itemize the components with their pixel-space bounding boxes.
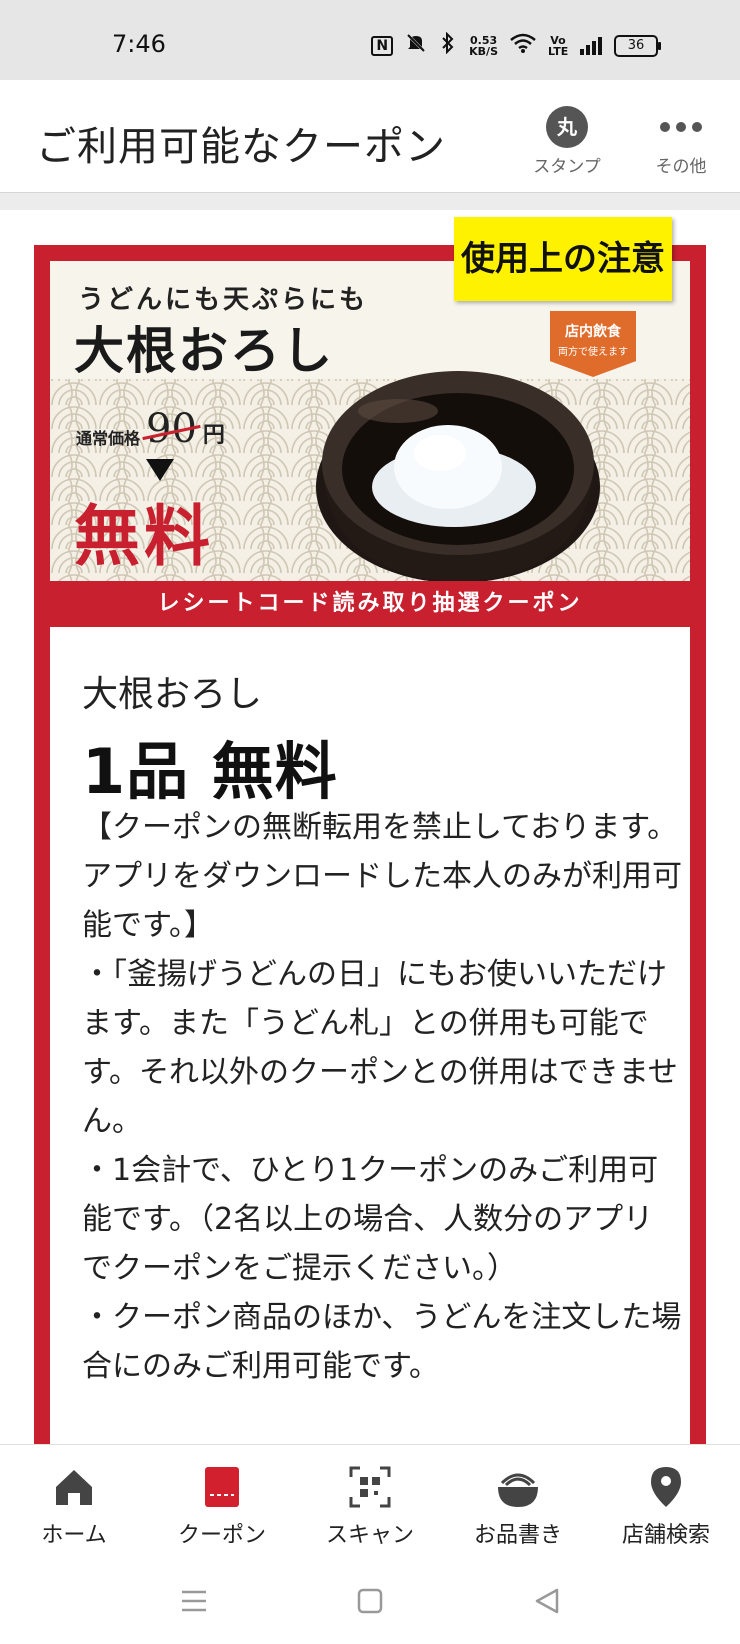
badge-line1: 店内飲食 [565, 324, 621, 340]
signal-icon [580, 36, 602, 55]
status-bar: 7:46 N 0.53 KB/S Vo LTE 36 [0, 0, 740, 80]
home-system-icon[interactable] [357, 1588, 383, 1618]
usage-notice-button[interactable]: 使用上の注意 [454, 217, 672, 301]
header-divider [0, 193, 740, 210]
app-header: ご利用可能なクーポン 丸 スタンプ その他 [0, 80, 740, 193]
badge-line2: 両方で使えます [558, 347, 628, 358]
home-icon [0, 1463, 148, 1511]
page-title: ご利用可能なクーポン [36, 124, 446, 170]
nav-scan[interactable]: スキャン [296, 1445, 444, 1565]
more-button[interactable]: その他 [636, 106, 726, 177]
more-label: その他 [655, 157, 707, 177]
regular-price: 通常価格 90 円 [76, 409, 225, 449]
nav-coupon[interactable]: クーポン [148, 1445, 296, 1565]
nav-home[interactable]: ホーム [0, 1445, 148, 1565]
banner-free-text: 無料 [74, 497, 214, 575]
volte-indicator: Vo LTE [548, 33, 569, 58]
nav-store-search[interactable]: 店舗検索 [592, 1445, 740, 1565]
net-speed-unit: KB/S [469, 44, 498, 58]
regular-price-label: 通常価格 [76, 429, 141, 448]
banner-strip: レシートコード読み取り抽選クーポン [50, 581, 690, 627]
nav-scan-label: スキャン [325, 1523, 414, 1548]
system-nav-bar [0, 1564, 740, 1644]
regular-price-value: 90 [146, 406, 197, 452]
location-pin-icon [592, 1463, 740, 1511]
battery-icon: 36 [614, 34, 661, 57]
back-icon[interactable] [534, 1588, 560, 1618]
bluetooth-icon [439, 31, 457, 59]
coupon-icon [148, 1463, 296, 1511]
qr-scan-icon [296, 1463, 444, 1511]
nav-store-search-label: 店舗検索 [621, 1523, 710, 1548]
recents-icon[interactable] [180, 1588, 208, 1618]
coupon-item-name: 大根おろし [82, 674, 263, 715]
coupon-banner-image: うどんにも天ぷらにも 大根おろし 通常価格 90 円 無料 店内飲食 両方で使え… [50, 261, 690, 581]
bottom-nav: ホーム クーポン スキャン お品書き 店舗検索 [0, 1444, 740, 1565]
price-unit: 円 [202, 422, 225, 448]
arrow-down-icon [146, 459, 174, 481]
nfc-icon: N [371, 35, 394, 56]
wifi-icon [510, 33, 536, 58]
net-speed: 0.53 KB/S [469, 35, 498, 57]
net-speed-value: 0.53 [470, 33, 498, 47]
status-time: 7:46 [112, 30, 166, 58]
banner-title: 大根おろし [74, 321, 334, 380]
grated-daikon-bowl-image [316, 371, 600, 581]
status-icons: N 0.53 KB/S Vo LTE 36 [371, 31, 661, 59]
nav-home-label: ホーム [41, 1523, 107, 1548]
nav-coupon-label: クーポン [177, 1523, 266, 1548]
nav-menu-label: お品書き [473, 1523, 562, 1548]
coupon-terms: 【クーポンの無断転用を禁止しております。アプリをダウンロードした本人のみが利用可… [82, 810, 682, 1384]
menu-bowl-icon [444, 1463, 592, 1511]
stamp-label: スタンプ [533, 157, 601, 177]
coupon-offer: 1品 無料 [82, 735, 338, 808]
mute-icon [405, 32, 427, 59]
coupon-detail: 大根おろし 1品 無料 【クーポンの無断転用を禁止しております。アプリをダウンロ… [50, 627, 690, 1457]
stamp-button[interactable]: 丸 スタンプ [522, 106, 612, 177]
coupon-card: うどんにも天ぷらにも 大根おろし 通常価格 90 円 無料 店内飲食 両方で使え… [34, 217, 706, 1457]
nav-menu[interactable]: お品書き [444, 1445, 592, 1565]
more-icon [636, 106, 726, 148]
stamp-icon: 丸 [546, 106, 588, 148]
